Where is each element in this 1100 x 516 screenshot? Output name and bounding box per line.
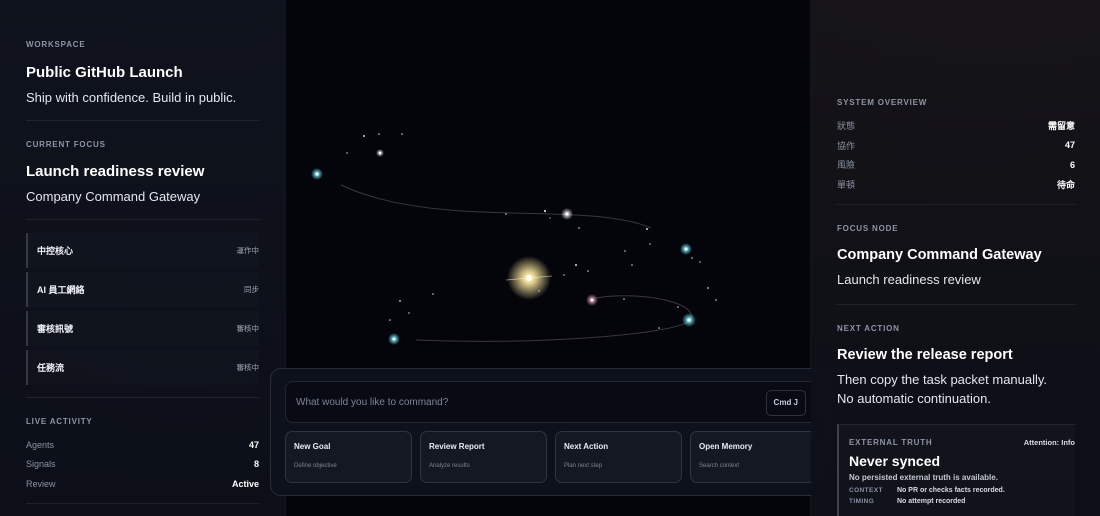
current-focus-eyebrow: CURRENT FOCUS (26, 140, 106, 149)
attention-badge: Attention: Info (1023, 438, 1075, 447)
live-activity-section: LIVE ACTIVITY Agents 47 Signals 8 Review… (26, 417, 259, 494)
right-panel: SYSTEM OVERVIEW 狀態 需留意 協作 47 風險 6 單頓 待命 … (811, 0, 1100, 516)
orbit-path (340, 184, 652, 229)
module-item[interactable]: AI 員工網絡 同步 (26, 272, 259, 307)
focus-node-eyebrow: FOCUS NODE (837, 224, 899, 233)
module-item[interactable]: 任務流 審核中 (26, 350, 259, 385)
activity-key: Review (26, 478, 56, 489)
module-state: 審核中 (236, 324, 260, 333)
activity-value: 8 (253, 459, 259, 470)
next-action-line: Then copy the task packet manually. (837, 372, 1048, 387)
focus-node-subtitle: Launch readiness review (837, 272, 981, 287)
workspace-eyebrow: WORKSPACE (26, 40, 86, 49)
overview-row: 協作 47 (837, 136, 1075, 156)
overview-value: 47 (1064, 140, 1075, 151)
activity-row: Review Active (26, 474, 259, 494)
overview-key: 狀態 (837, 121, 856, 132)
module-item[interactable]: 中控核心 運作中 (26, 233, 259, 268)
live-activity-eyebrow: LIVE ACTIVITY (26, 417, 93, 426)
next-action-title: Review the release report (837, 347, 1013, 363)
timing-key: TIMING (849, 498, 875, 505)
action-review-report-button[interactable]: Review Report Analyze results (420, 431, 547, 483)
system-overview-eyebrow: SYSTEM OVERVIEW (837, 98, 928, 107)
activity-row: Signals 8 (26, 455, 259, 475)
next-action-section: NEXT ACTION Review the release report Th… (837, 324, 1075, 406)
divider (837, 204, 1075, 205)
action-next-action-button[interactable]: Next Action Plan next step (555, 431, 682, 483)
module-state: 審核中 (236, 363, 260, 372)
module-state: 同步 (244, 285, 259, 294)
action-desc: Define objective (294, 463, 337, 469)
action-desc: Plan next step (564, 463, 603, 469)
current-focus-subtitle: Company Command Gateway (26, 189, 201, 204)
timing-value: No attempt recorded (897, 498, 966, 505)
module-item[interactable]: 審核訊號 審核中 (26, 311, 259, 346)
next-action-eyebrow: NEXT ACTION (837, 324, 900, 333)
divider (26, 503, 259, 504)
external-truth-eyebrow: EXTERNAL TRUTH (849, 438, 933, 447)
overview-row: 單頓 待命 (837, 175, 1075, 195)
command-input[interactable] (296, 382, 756, 422)
action-title: Review Report (429, 442, 485, 451)
overview-row: 狀態 需留意 (837, 116, 1075, 136)
current-focus-title: Launch readiness review (26, 163, 205, 180)
shortcut-badge[interactable]: Cmd J (765, 390, 806, 416)
context-value: No PR or checks facts recorded. (897, 487, 1005, 494)
divider (837, 304, 1075, 305)
command-panel: Cmd J New Goal Define objective Review R… (270, 368, 830, 496)
focus-node-title: Company Command Gateway (837, 247, 1042, 263)
module-name: 中控核心 (37, 246, 74, 256)
activity-key: Agents (26, 439, 55, 450)
context-key: CONTEXT (849, 487, 883, 494)
context-row: CONTEXT No PR or checks facts recorded. (849, 487, 1075, 494)
module-name: 審核訊號 (37, 324, 74, 334)
external-truth-title: Never synced (849, 453, 941, 469)
module-state: 運作中 (236, 246, 260, 255)
activity-row: Agents 47 (26, 435, 259, 455)
action-new-goal-button[interactable]: New Goal Define objective (285, 431, 412, 483)
system-overview-section: SYSTEM OVERVIEW 狀態 需留意 協作 47 風險 6 單頓 待命 (837, 98, 1075, 194)
external-truth-note: No persisted external truth is available… (849, 473, 998, 482)
workspace-title: Public GitHub Launch (26, 64, 183, 81)
overview-key: 單頓 (837, 179, 856, 190)
overview-key: 協作 (837, 140, 856, 151)
timing-row: TIMING No attempt recorded (849, 498, 1075, 505)
module-name: AI 員工網絡 (37, 285, 85, 295)
action-title: Open Memory (699, 442, 753, 451)
next-action-line: No automatic continuation. (837, 391, 991, 406)
divider (26, 120, 259, 121)
overview-value: 6 (1069, 159, 1075, 170)
left-panel: WORKSPACE Public GitHub Launch Ship with… (0, 0, 285, 516)
activity-value: 47 (248, 439, 259, 450)
divider (26, 397, 259, 398)
action-desc: Analyze results (429, 463, 470, 469)
focus-node-section: FOCUS NODE Company Command Gateway Launc… (837, 224, 1075, 287)
external-truth-card: EXTERNAL TRUTH Attention: Info Never syn… (837, 424, 1075, 516)
module-name: 任務流 (37, 363, 65, 373)
action-title: Next Action (564, 442, 609, 451)
action-open-memory-button[interactable]: Open Memory Search context (690, 431, 817, 483)
action-title: New Goal (294, 442, 331, 451)
current-focus-section: CURRENT FOCUS Launch readiness review Co… (26, 140, 259, 204)
overview-value: 待命 (1056, 179, 1075, 190)
overview-key: 風險 (837, 160, 856, 171)
overview-row: 風險 6 (837, 155, 1075, 175)
orbit-path (415, 295, 692, 342)
divider (26, 219, 259, 220)
action-desc: Search context (699, 463, 740, 469)
quick-actions: New Goal Define objective Review Report … (285, 431, 817, 483)
command-input-box[interactable]: Cmd J (285, 381, 817, 423)
workspace-section: WORKSPACE Public GitHub Launch Ship with… (26, 40, 259, 105)
workspace-tagline: Ship with confidence. Build in public. (26, 90, 237, 105)
overview-value: 需留意 (1047, 121, 1075, 132)
activity-key: Signals (26, 459, 56, 470)
module-list: 中控核心 運作中 AI 員工網絡 同步 審核訊號 審核中 任務流 審核中 (26, 233, 259, 389)
activity-value: Active (231, 478, 259, 489)
